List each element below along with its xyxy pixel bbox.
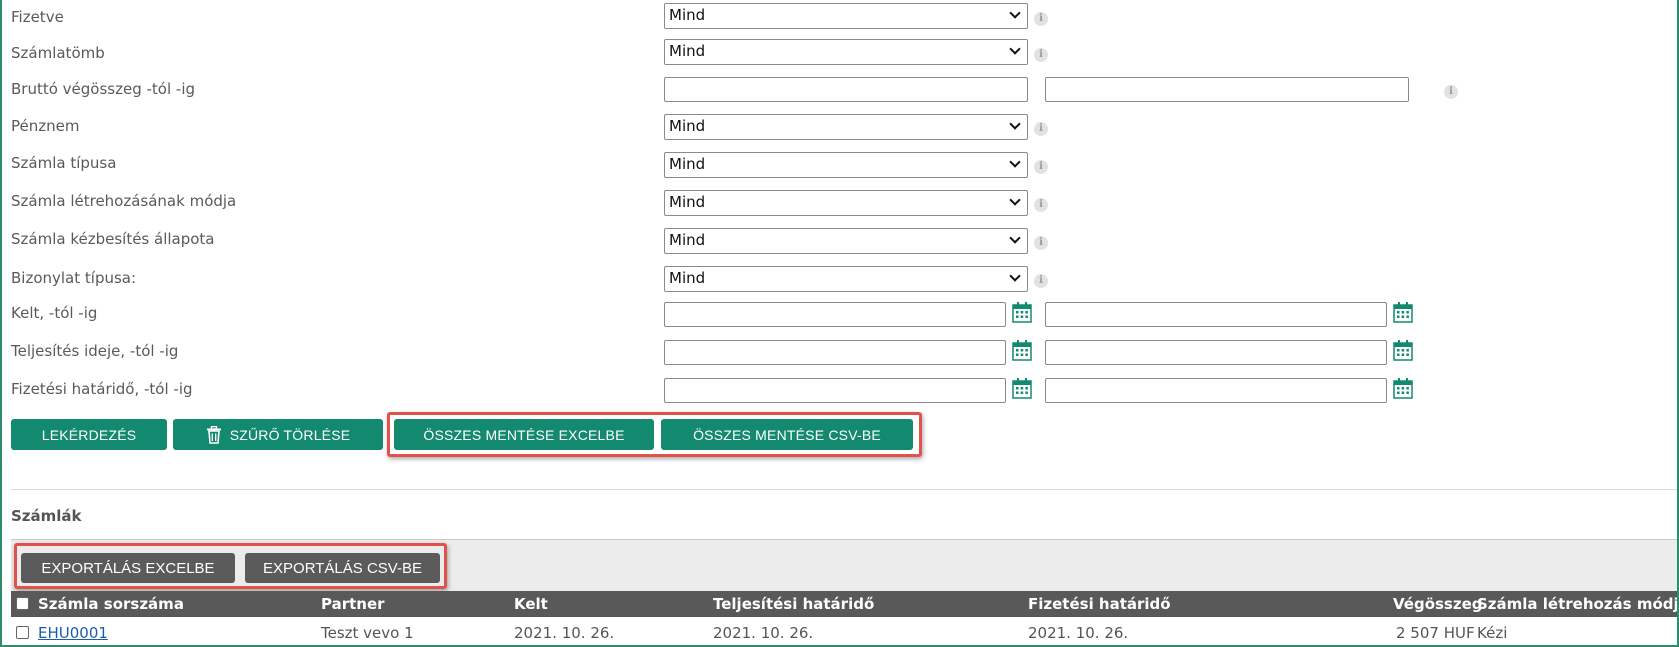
column-header-payment-deadline[interactable]: Fizetési határidő: [1028, 595, 1171, 613]
column-header-total[interactable]: Végösszeg: [1393, 595, 1483, 613]
info-icon[interactable]: i: [1034, 274, 1048, 288]
document-type-select[interactable]: Mind: [664, 266, 1028, 292]
info-icon[interactable]: i: [1034, 236, 1048, 250]
currency-select-value: Mind: [669, 117, 706, 135]
chevron-down-icon: [1009, 43, 1021, 55]
trash-icon: [206, 425, 221, 444]
save-all-csv-button[interactable]: ÖSSZES MENTÉSE CSV-BE: [661, 419, 913, 450]
delivery-status-select[interactable]: Mind: [664, 228, 1028, 254]
filter-label-document-type: Bizonylat típusa:: [11, 269, 137, 287]
calendar-icon[interactable]: [1393, 301, 1413, 323]
info-icon[interactable]: i: [1444, 85, 1458, 99]
paid-select[interactable]: Mind: [664, 3, 1028, 29]
filter-label-issue-date: Kelt, -tól -ig: [11, 304, 98, 322]
gross-total-to-input[interactable]: [1045, 77, 1409, 102]
chevron-down-icon: [1009, 156, 1021, 168]
document-type-select-value: Mind: [669, 269, 706, 287]
invoice-block-select-value: Mind: [669, 42, 706, 60]
info-icon[interactable]: i: [1034, 12, 1048, 26]
filter-label-creation-method: Számla létrehozásának módja: [11, 192, 237, 210]
section-title: Számlák: [11, 507, 82, 525]
filter-label-delivery-status: Számla kézbesítés állapota: [11, 230, 215, 248]
export-csv-button[interactable]: EXPORTÁLÁS CSV-BE: [245, 553, 440, 583]
chevron-down-icon: [1009, 270, 1021, 282]
cell-issued: 2021. 10. 26.: [514, 624, 615, 642]
info-icon[interactable]: i: [1034, 160, 1048, 174]
filter-label-paid: Fizetve: [11, 8, 64, 26]
filter-label-due-date: Fizetési határidő, -tól -ig: [11, 380, 193, 398]
creation-method-select-value: Mind: [669, 193, 706, 211]
column-header-number[interactable]: Számla sorszáma: [38, 595, 184, 613]
info-icon[interactable]: i: [1034, 198, 1048, 212]
invoice-block-select[interactable]: Mind: [664, 39, 1028, 65]
issue-date-from-input[interactable]: [664, 302, 1006, 327]
filter-label-invoice-block: Számlatömb: [11, 44, 105, 62]
column-header-partner[interactable]: Partner: [321, 595, 385, 613]
invoice-type-select-value: Mind: [669, 155, 706, 173]
cell-fulfilment-deadline: 2021. 10. 26.: [713, 624, 814, 642]
column-header-fulfilment-deadline[interactable]: Teljesítési határidő: [713, 595, 874, 613]
filter-label-gross-total: Bruttó végösszeg -tól -ig: [11, 80, 196, 98]
chevron-down-icon: [1009, 194, 1021, 206]
query-button[interactable]: LEKÉRDEZÉS: [11, 419, 167, 450]
invoice-number-text[interactable]: EHU0001: [38, 624, 108, 642]
creation-method-select[interactable]: Mind: [664, 190, 1028, 216]
currency-select[interactable]: Mind: [664, 114, 1028, 140]
invoice-type-select[interactable]: Mind: [664, 152, 1028, 178]
chevron-down-icon: [1009, 232, 1021, 244]
cell-payment-deadline: 2021. 10. 26.: [1028, 624, 1129, 642]
calendar-icon[interactable]: [1393, 339, 1413, 361]
due-date-from-input[interactable]: [664, 378, 1006, 403]
export-excel-button[interactable]: EXPORTÁLÁS EXCELBE: [21, 553, 235, 583]
filter-label-invoice-type: Számla típusa: [11, 154, 117, 172]
delivery-status-select-value: Mind: [669, 231, 706, 249]
table-header: Számla sorszáma Partner Kelt Teljesítési…: [11, 591, 1679, 617]
gross-total-from-input[interactable]: [664, 77, 1028, 102]
select-all-checkbox[interactable]: [16, 597, 29, 610]
column-header-creation-method[interactable]: Számla létrehozás módja: [1477, 595, 1679, 613]
calendar-icon[interactable]: [1393, 377, 1413, 399]
issue-date-to-input[interactable]: [1045, 302, 1387, 327]
chevron-down-icon: [1009, 7, 1021, 19]
calendar-icon[interactable]: [1012, 301, 1032, 323]
fulfilment-date-from-input[interactable]: [664, 340, 1006, 365]
info-icon[interactable]: i: [1034, 48, 1048, 62]
fulfilment-date-to-input[interactable]: [1045, 340, 1387, 365]
clear-filter-label: SZŰRŐ TÖRLÉSE: [229, 426, 351, 443]
cell-creation-method: Kézi: [1477, 624, 1508, 642]
save-all-excel-button[interactable]: ÖSSZES MENTÉSE EXCELBE: [394, 419, 654, 450]
row-checkbox[interactable]: [16, 626, 29, 639]
table-row: EHU0001 Teszt vevo 1 2021. 10. 26. 2021.…: [11, 620, 1677, 647]
info-icon[interactable]: i: [1034, 122, 1048, 136]
cell-partner: Teszt vevo 1: [321, 624, 414, 642]
calendar-icon[interactable]: [1012, 339, 1032, 361]
column-header-issued[interactable]: Kelt: [514, 595, 548, 613]
clear-filter-button[interactable]: SZŰRŐ TÖRLÉSE: [173, 419, 383, 450]
cell-total: 2 507 HUF: [1396, 624, 1475, 642]
chevron-down-icon: [1009, 118, 1021, 130]
due-date-to-input[interactable]: [1045, 378, 1387, 403]
calendar-icon[interactable]: [1012, 377, 1032, 399]
invoice-number-link[interactable]: EHU0001: [38, 624, 108, 642]
section-divider: [11, 489, 1677, 490]
filter-label-fulfilment-date: Teljesítés ideje, -tól -ig: [11, 342, 179, 360]
filter-label-currency: Pénznem: [11, 117, 80, 135]
paid-select-value: Mind: [669, 6, 706, 24]
